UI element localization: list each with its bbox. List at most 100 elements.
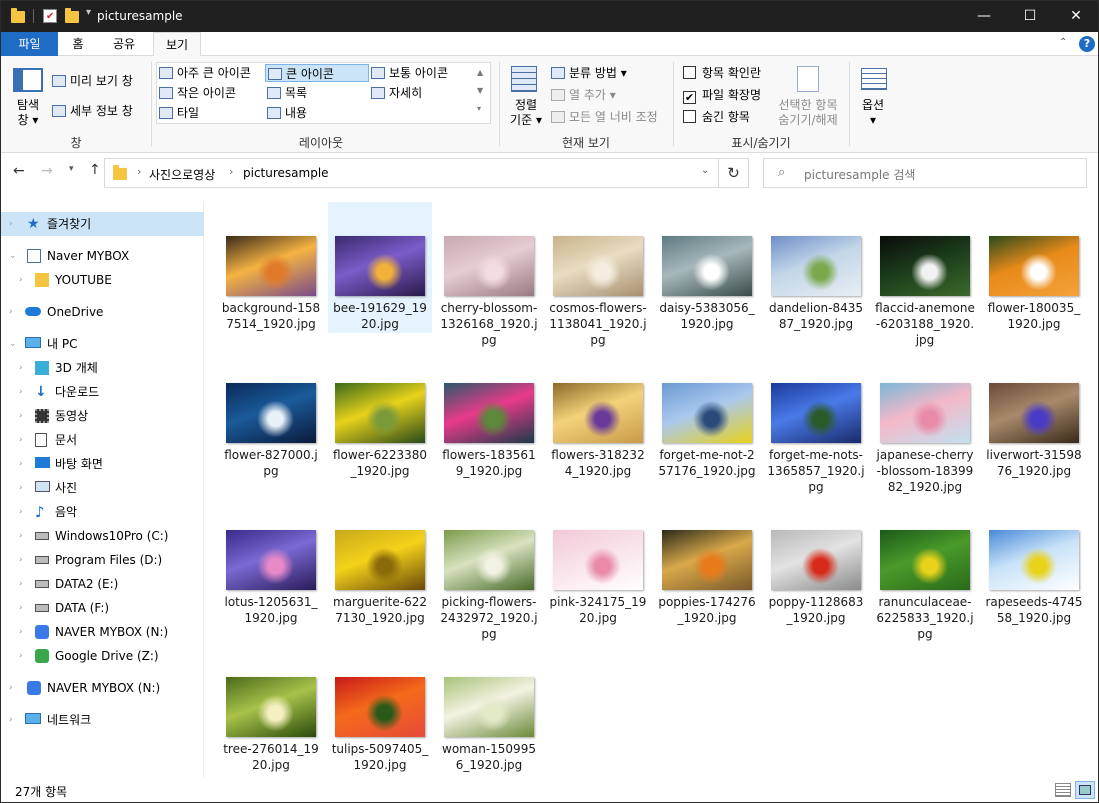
layout-large-icons[interactable]: 큰 아이콘 (265, 64, 369, 82)
tab-view[interactable]: 보기 (153, 32, 201, 57)
file-tile[interactable]: cosmos-flowers-1138041_1920.jpg (546, 202, 650, 347)
nav-drive-z[interactable]: › Google Drive (Z:) (1, 644, 204, 668)
properties-icon[interactable]: ✔ (43, 9, 57, 23)
nav-3d-objects[interactable]: › 3D 개체 (1, 356, 204, 380)
refresh-button[interactable]: ↻ (719, 158, 749, 188)
gallery-scroll-icon[interactable]: ▲ ▼ ▾ (477, 64, 483, 118)
hide-selected-button[interactable]: 선택한 항목 숨기기/해제 (773, 98, 843, 128)
file-tile[interactable]: woman-1509956_1920.jpg (437, 643, 541, 774)
file-tile[interactable]: bee-191629_1920.jpg (328, 202, 432, 333)
file-tile[interactable]: pink-324175_1920.jpg (546, 496, 650, 627)
address-bar[interactable]: › 사진으로영상 › picturesample ⌄ (104, 158, 719, 188)
maximize-button[interactable]: ☐ (1007, 1, 1053, 32)
file-tile[interactable]: poppies-174276_1920.jpg (655, 496, 759, 627)
nav-drive-f[interactable]: › DATA (F:) (1, 596, 204, 620)
nav-quick-access[interactable]: › ★ 즐겨찾기 (1, 212, 204, 236)
collapse-ribbon-icon[interactable]: ⌃ (1059, 37, 1067, 48)
nav-drive-d[interactable]: › Program Files (D:) (1, 548, 204, 572)
tab-file[interactable]: 파일 (1, 32, 58, 56)
nav-downloads[interactable]: › ↓ 다운로드 (1, 380, 204, 404)
file-tile[interactable]: daisy-5383056_1920.jpg (655, 202, 759, 333)
options-button[interactable]: 옵션 ▾ (853, 98, 893, 128)
file-tile[interactable]: flower-827000.jpg (219, 349, 323, 480)
layout-extra-large-icons[interactable]: 아주 큰 아이콘 (159, 64, 251, 82)
large-icons-view-icon[interactable] (1075, 781, 1095, 799)
tab-share[interactable]: 공유 (98, 32, 150, 56)
nav-naver-mybox[interactable]: ⌄ Naver MYBOX (1, 244, 204, 268)
file-tile[interactable]: flowers-1835619_1920.jpg (437, 349, 541, 480)
layout-details[interactable]: 자세히 (371, 84, 422, 102)
sort-by-icon[interactable] (511, 66, 537, 92)
new-folder-icon[interactable] (65, 8, 79, 28)
nav-network[interactable]: › 네트워크 (1, 708, 204, 732)
nav-pane-label-1: 탐색 (16, 98, 40, 112)
nav-music[interactable]: › ♪ 음악 (1, 500, 204, 524)
layout-medium-icons[interactable]: 보통 아이콘 (371, 64, 448, 82)
file-tile[interactable]: ranunculaceae-6225833_1920.jpg (873, 496, 977, 641)
sort-by-button[interactable]: 정렬 기준 ▾ (507, 98, 545, 128)
file-tile[interactable]: japanese-cherry-blossom-1839982_1920.jpg (873, 349, 977, 494)
layout-list[interactable]: 목록 (267, 84, 307, 102)
file-tile[interactable]: flaccid-anemone-6203188_1920.jpg (873, 202, 977, 347)
file-tile[interactable]: dandelion-843587_1920.jpg (764, 202, 868, 333)
nav-youtube[interactable]: › YOUTUBE (1, 268, 204, 292)
file-tile[interactable]: tulips-5097405_1920.jpg (328, 643, 432, 774)
back-icon[interactable]: ← (13, 163, 25, 179)
nav-pictures[interactable]: › 사진 (1, 476, 204, 500)
nav-this-pc[interactable]: ⌄ 내 PC (1, 332, 204, 356)
file-tile[interactable]: liverwort-3159876_1920.jpg (982, 349, 1086, 480)
file-tile[interactable]: poppy-1128683_1920.jpg (764, 496, 868, 627)
nav-drive-e[interactable]: › DATA2 (E:) (1, 572, 204, 596)
tab-home[interactable]: 홈 (58, 32, 98, 56)
add-columns-button[interactable]: 열 추가 ▾ (551, 86, 616, 104)
file-tile[interactable]: forget-me-nots-1365857_1920.jpg (764, 349, 868, 494)
nav-documents[interactable]: › 문서 (1, 428, 204, 452)
file-tile[interactable]: cherry-blossom-1326168_1920.jpg (437, 202, 541, 347)
checkbox-icon (683, 66, 696, 79)
layout-small-icons[interactable]: 작은 아이콘 (159, 84, 236, 102)
nav-desktop[interactable]: › 바탕 화면 (1, 452, 204, 476)
help-icon[interactable]: ? (1079, 36, 1095, 52)
file-tile[interactable]: tree-276014_1920.jpg (219, 643, 323, 774)
minimize-button[interactable]: — (961, 1, 1007, 32)
chevron-down-icon[interactable]: ▾ (86, 7, 91, 24)
layout-tiles[interactable]: 타일 (159, 104, 199, 122)
thumbnail-image (444, 383, 534, 443)
file-tile[interactable]: picking-flowers-2432972_1920.jpg (437, 496, 541, 641)
details-view-icon[interactable] (1055, 783, 1071, 797)
navigation-pane-button[interactable]: 탐색 창 ▾ (13, 98, 43, 128)
breadcrumb-root[interactable]: 사진으로영상 (149, 166, 215, 183)
nav-mybox-n[interactable]: › NAVER MYBOX (N:) (1, 676, 204, 700)
nav-drive-n[interactable]: › NAVER MYBOX (N:) (1, 620, 204, 644)
forward-icon[interactable]: → (41, 163, 53, 179)
divider (33, 9, 34, 23)
details-pane-button[interactable]: 세부 정보 창 (52, 102, 133, 120)
search-box[interactable]: ⌕ picturesample 검색 (763, 158, 1087, 188)
navigation-pane-icon[interactable] (13, 68, 43, 92)
file-tile[interactable]: background-1587514_1920.jpg (219, 202, 323, 333)
file-tile[interactable]: forget-me-not-257176_1920.jpg (655, 349, 759, 480)
file-tile[interactable]: marguerite-6227130_1920.jpg (328, 496, 432, 627)
nav-drive-c[interactable]: › Windows10Pro (C:) (1, 524, 204, 548)
nav-videos[interactable]: › 동영상 (1, 404, 204, 428)
drive-icon (35, 532, 49, 540)
address-history-icon[interactable]: ⌄ (701, 165, 709, 176)
tiles-icon (159, 107, 173, 119)
file-tile[interactable]: flowers-3182324_1920.jpg (546, 349, 650, 480)
group-by-button[interactable]: 분류 방법 ▾ (551, 64, 627, 82)
file-tile[interactable]: flower-180035_1920.jpg (982, 202, 1086, 333)
breadcrumb-current[interactable]: picturesample (243, 166, 329, 180)
file-extensions-toggle[interactable]: ✔ 파일 확장명 (683, 86, 761, 104)
layout-content[interactable]: 내용 (267, 104, 307, 122)
file-tile[interactable]: flower-6223380_1920.jpg (328, 349, 432, 480)
size-columns-button[interactable]: 모든 열 너비 조정 (551, 108, 658, 126)
file-tile[interactable]: rapeseeds-474558_1920.jpg (982, 496, 1086, 627)
item-checkboxes-toggle[interactable]: 항목 확인란 (683, 64, 761, 82)
file-tile[interactable]: lotus-1205631_1920.jpg (219, 496, 323, 627)
up-icon[interactable]: ↑ (89, 162, 101, 178)
preview-pane-button[interactable]: 미리 보기 창 (52, 72, 133, 90)
recent-locations-icon[interactable]: ▾ (69, 164, 74, 174)
hidden-items-toggle[interactable]: 숨긴 항목 (683, 108, 750, 126)
close-button[interactable]: ✕ (1053, 1, 1098, 32)
nav-onedrive[interactable]: › OneDrive (1, 300, 204, 324)
